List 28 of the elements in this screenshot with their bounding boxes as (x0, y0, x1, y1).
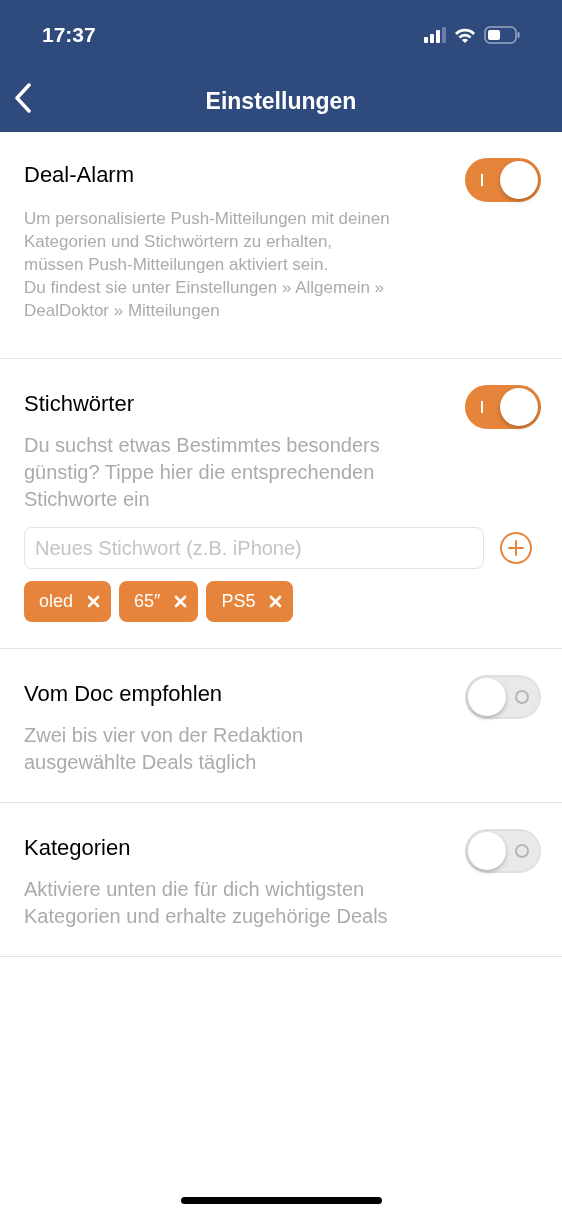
tag-label: oled (39, 590, 74, 613)
back-icon (14, 83, 32, 113)
section-title: Stichwörter (24, 390, 136, 418)
add-button[interactable] (500, 532, 532, 564)
remove-button[interactable] (172, 593, 189, 610)
tag-label: 65″ (134, 590, 161, 613)
remove-button[interactable] (85, 593, 102, 610)
section-title: Deal-Alarm (24, 161, 136, 189)
tag-label: PS5 (221, 590, 256, 613)
close-icon (86, 595, 100, 608)
close-icon (268, 595, 282, 608)
toggle-switch[interactable] (465, 158, 541, 202)
plus-icon (508, 540, 524, 556)
remove-button[interactable] (267, 593, 284, 610)
page-title: Einstellungen (205, 86, 357, 116)
section-description: Du suchst etwas Bestimmtes besonders günstig? Tippe hier die entsprechenden Stichworte ein (24, 433, 380, 512)
keyword-field[interactable]: Neues Stichwort (z.B. iPhone) (24, 527, 484, 569)
clock: 17:37 (42, 22, 96, 49)
section-description: Aktiviere unten die für dich wichtigsten Kategorien und erhalte zugehörige Deals (24, 877, 388, 929)
section-title: Vom Doc empfohlen (24, 680, 224, 708)
toggle-switch[interactable] (465, 385, 541, 429)
section-title: Kategorien (24, 834, 132, 862)
section-description: Zwei bis vier von der Redaktion ausgewählte Deals täglich (24, 723, 303, 775)
battery-icon (484, 26, 520, 44)
close-icon (173, 595, 187, 608)
section-description: Um personalisierte Push-Mitteilungen mit deinen Kategorien und Stichwörtern zu erhalten, müssen Push-Mitteilungen aktiviert sein. Du findest sie unter Einstellungen » Allgemein » DealDoktor » Mitteilungen (24, 208, 390, 322)
wifi-icon (454, 27, 476, 43)
signal-icon (424, 27, 446, 43)
